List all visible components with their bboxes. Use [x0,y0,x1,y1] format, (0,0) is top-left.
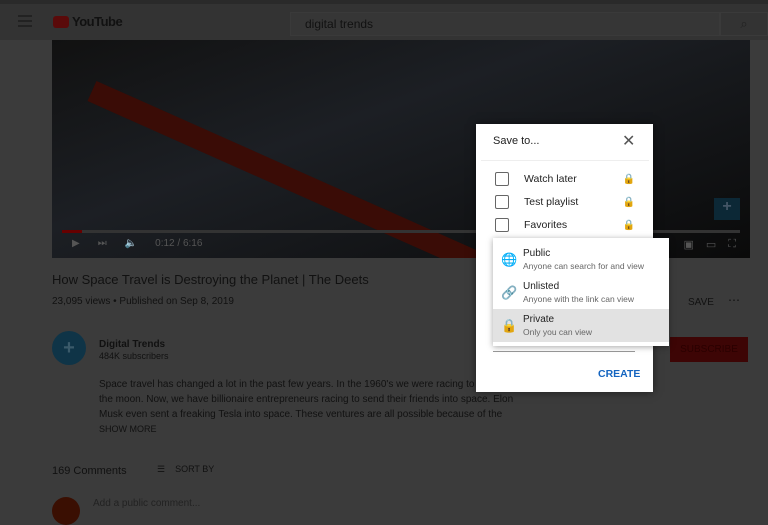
playlist-item[interactable]: Watch later 🔒 [495,172,635,186]
next-icon[interactable]: ⏭ [98,238,107,249]
lock-icon: 🔒 [622,219,635,231]
playlist-item[interactable]: Favorites 🔒 [495,218,635,232]
option-name: Unlisted [523,281,560,292]
privacy-option-public[interactable]: 🌐 Public Anyone can search for and view [493,243,669,276]
playlist-item[interactable]: Test playlist 🔒 [495,195,635,209]
description-line: Musk even sent a freaking Tesla into spa… [99,409,503,420]
channel-avatar[interactable]: + [52,331,86,365]
option-desc: Anyone can search for and view [523,261,644,271]
fullscreen-icon[interactable]: ⛶ [728,238,736,251]
user-avatar [52,497,80,525]
save-button[interactable]: SAVE [688,297,714,308]
theater-icon[interactable]: ▭ [706,238,716,251]
option-desc: Anyone with the link can view [523,294,635,304]
show-more-button[interactable]: SHOW MORE [99,424,157,434]
search-input[interactable]: digital trends [290,12,720,36]
divider [481,160,649,161]
description-line: the moon. Now, we have billionaire entre… [99,394,514,405]
search-icon[interactable]: ⌕ [720,12,768,36]
lock-icon: 🔒 [501,317,518,333]
playlist-label: Watch later [524,173,577,185]
subscribe-button[interactable]: SUBSCRIBE [670,337,748,362]
checkbox[interactable] [495,172,509,186]
privacy-option-private[interactable]: 🔒 Private Only you can view [493,309,669,342]
volume-icon[interactable]: 🔈 [125,238,137,249]
option-name: Public [523,248,551,259]
youtube-logo[interactable]: YouTube [53,14,123,29]
progress-fill [62,230,83,233]
miniplayer-icon[interactable]: ▣ [683,238,693,251]
sort-by-button[interactable]: ☰ SORT BY [157,464,214,475]
playlist-label: Favorites [524,219,568,231]
channel-watermark[interactable]: + [714,198,740,220]
channel-name[interactable]: Digital Trends [99,339,165,350]
privacy-dropdown: 🌐 Public Anyone can search for and view 🔗 U… [493,238,669,346]
privacy-option-unlisted[interactable]: 🔗 Unlisted Anyone with the link can view [493,276,669,309]
video-meta: 23,095 views • Published on Sep 8, 2019 [52,296,234,307]
sort-icon: ☰ [157,464,166,474]
hamburger-menu-icon[interactable] [18,15,32,27]
comment-count: 169 Comments [52,465,127,477]
lock-icon: 🔒 [622,173,635,185]
lock-icon: 🔒 [622,196,635,208]
create-button[interactable]: CREATE [598,368,640,380]
more-icon[interactable]: ⋯ [728,293,740,307]
checkbox[interactable] [495,218,509,232]
name-input-underline [493,351,635,352]
option-name: Private [523,314,555,325]
time-display: 0:12 / 6:16 [155,238,203,249]
logo-text: YouTube [72,14,123,29]
link-icon: 🔗 [501,284,518,300]
checkbox[interactable] [495,195,509,209]
subscriber-count: 484K subscribers [99,351,169,361]
youtube-play-icon [53,15,69,28]
play-icon[interactable]: ▶ [72,238,80,249]
sort-label: SORT BY [175,464,215,474]
playlist-label: Test playlist [524,196,579,208]
top-bar: YouTube digital trends ⌕ [0,0,768,40]
video-title: How Space Travel is Destroying the Plane… [52,272,369,287]
comment-input[interactable]: Add a public comment... [93,498,200,509]
close-icon[interactable]: ✕ [622,131,635,151]
dialog-title: Save to... [493,135,540,147]
option-desc: Only you can view [523,327,592,337]
globe-icon: 🌐 [501,251,518,267]
